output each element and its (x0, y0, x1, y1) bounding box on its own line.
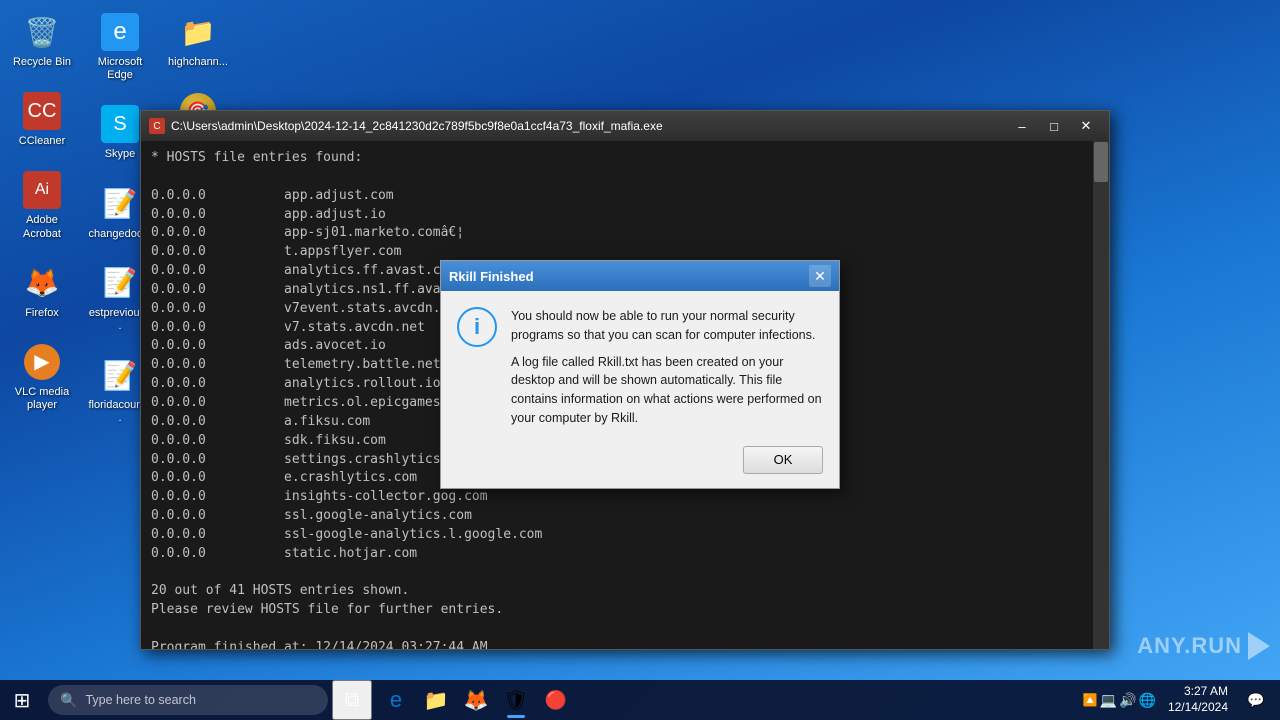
rkill-dialog: Rkill Finished ✕ i You should now be abl… (440, 260, 840, 489)
changedoc-icon: 📝 (100, 184, 140, 224)
taskbar-app-edge[interactable]: e (376, 680, 416, 720)
taskbar-right: 🔼 💻 🔊 🌐 3:27 AM 12/14/2024 💬 (1083, 680, 1280, 720)
rkill-titlebar: Rkill Finished ✕ (441, 261, 839, 291)
rkill-message-line1: You should now be able to run your norma… (511, 307, 823, 345)
taskbar-app-firefox[interactable]: 🦊 (456, 680, 496, 720)
start-button[interactable]: ⊞ (0, 680, 44, 720)
cmd-minimize-button[interactable]: – (1007, 116, 1037, 136)
rkill-close-button[interactable]: ✕ (809, 265, 831, 287)
taskbar-edge-icon: e (390, 687, 402, 713)
firefox-label: Firefox (25, 307, 59, 320)
rkill-info-icon: i (457, 307, 497, 347)
cmd-title-text: C:\Users\admin\Desktop\2024-12-14_2c8412… (171, 119, 1001, 133)
estprev-icon: 📝 (100, 263, 140, 303)
system-tray: 🔼 💻 🔊 🌐 (1083, 692, 1156, 709)
taskbar-app-file-explorer[interactable]: 📁 (416, 680, 456, 720)
desktop-icon-vlc[interactable]: ▶ VLC media player (6, 338, 78, 416)
anyrun-watermark: ANY.RUN (1137, 632, 1270, 660)
task-view-button[interactable]: ⧉ (332, 680, 372, 720)
notification-button[interactable]: 💬 (1240, 680, 1272, 720)
taskbar-rkill-icon: 🛡 (503, 688, 528, 713)
taskbar-clock[interactable]: 3:27 AM 12/14/2024 (1160, 684, 1236, 715)
taskbar-search[interactable]: 🔍 Type here to search (48, 685, 328, 715)
rkill-message-line2: A log file called Rkill.txt has been cre… (511, 353, 823, 428)
vlc-label: VLC media player (10, 386, 74, 412)
cmd-scroll-thumb[interactable] (1094, 142, 1108, 182)
adobe-label: Adobe Acrobat (10, 214, 74, 240)
desktop-icon-firefox[interactable]: 🦊 Firefox (6, 259, 78, 324)
cmd-scrollbar[interactable] (1093, 141, 1109, 649)
anyrun-text: ANY.RUN (1137, 633, 1242, 659)
desktop: 🗑️ Recycle Bin CC CCleaner Ai Adobe Acro… (0, 0, 1280, 680)
rkill-title: Rkill Finished (449, 269, 534, 284)
clock-date: 12/14/2024 (1168, 700, 1228, 716)
taskbar: ⊞ 🔍 Type here to search ⧉ e 📁 🦊 🛡 🔴 🔼 💻 … (0, 680, 1280, 720)
recycle-bin-icon: 🗑️ (22, 12, 62, 52)
taskbar-extra-icon: 🔴 (545, 690, 567, 711)
taskbar-apps: e 📁 🦊 🛡 🔴 (372, 680, 1083, 720)
ccleaner-icon: CC (22, 91, 62, 131)
rkill-footer: OK (441, 438, 839, 488)
taskbar-app-rkill[interactable]: 🛡 (496, 680, 536, 720)
highchan-icon: 📁 (178, 12, 218, 52)
floridacount-icon: 📝 (100, 355, 140, 395)
desktop-icon-edge[interactable]: e Microsoft Edge (84, 8, 156, 86)
desktop-icon-ccleaner[interactable]: CC CCleaner (6, 87, 78, 152)
desktop-icon-adobe[interactable]: Ai Adobe Acrobat (6, 166, 78, 244)
search-icon: 🔍 (60, 692, 77, 709)
rkill-ok-button[interactable]: OK (743, 446, 823, 474)
notification-icon: 💬 (1247, 692, 1264, 709)
task-view-icon: ⧉ (345, 689, 359, 712)
tray-network-icon[interactable]: 🌐 (1139, 692, 1156, 709)
start-icon: ⊞ (14, 688, 31, 713)
edge-icon: e (100, 12, 140, 52)
search-placeholder-text: Type here to search (85, 693, 195, 707)
skype-label: Skype (105, 148, 136, 161)
firefox-icon: 🦊 (22, 263, 62, 303)
rkill-body: i You should now be able to run your nor… (441, 291, 839, 438)
skype-icon: S (100, 104, 140, 144)
ccleaner-label: CCleaner (19, 135, 65, 148)
cmd-titlebar: C C:\Users\admin\Desktop\2024-12-14_2c84… (141, 111, 1109, 141)
tray-monitor-icon: 💻 (1100, 692, 1117, 709)
taskbar-explorer-icon: 📁 (424, 688, 449, 713)
desktop-icon-recycle-bin[interactable]: 🗑️ Recycle Bin (6, 8, 78, 73)
desktop-icon-highchan[interactable]: 📁 highchann... (162, 8, 234, 73)
vlc-icon: ▶ (22, 342, 62, 382)
adobe-icon: Ai (22, 170, 62, 210)
cmd-close-button[interactable]: ✕ (1071, 116, 1101, 136)
highchan-label: highchann... (168, 56, 228, 69)
taskbar-firefox-icon: 🦊 (464, 688, 489, 713)
clock-time: 3:27 AM (1168, 684, 1228, 700)
cmd-window-controls: – □ ✕ (1007, 116, 1101, 136)
tray-speaker-icon[interactable]: 🔊 (1119, 692, 1136, 709)
edge-label: Microsoft Edge (88, 56, 152, 82)
cmd-app-icon: C (149, 118, 165, 134)
recycle-bin-label: Recycle Bin (13, 56, 71, 69)
taskbar-app-extra[interactable]: 🔴 (536, 680, 576, 720)
tray-up-icon[interactable]: 🔼 (1083, 693, 1098, 707)
cmd-maximize-button[interactable]: □ (1039, 116, 1069, 136)
anyrun-play-icon (1248, 632, 1270, 660)
rkill-message: You should now be able to run your norma… (511, 307, 823, 428)
